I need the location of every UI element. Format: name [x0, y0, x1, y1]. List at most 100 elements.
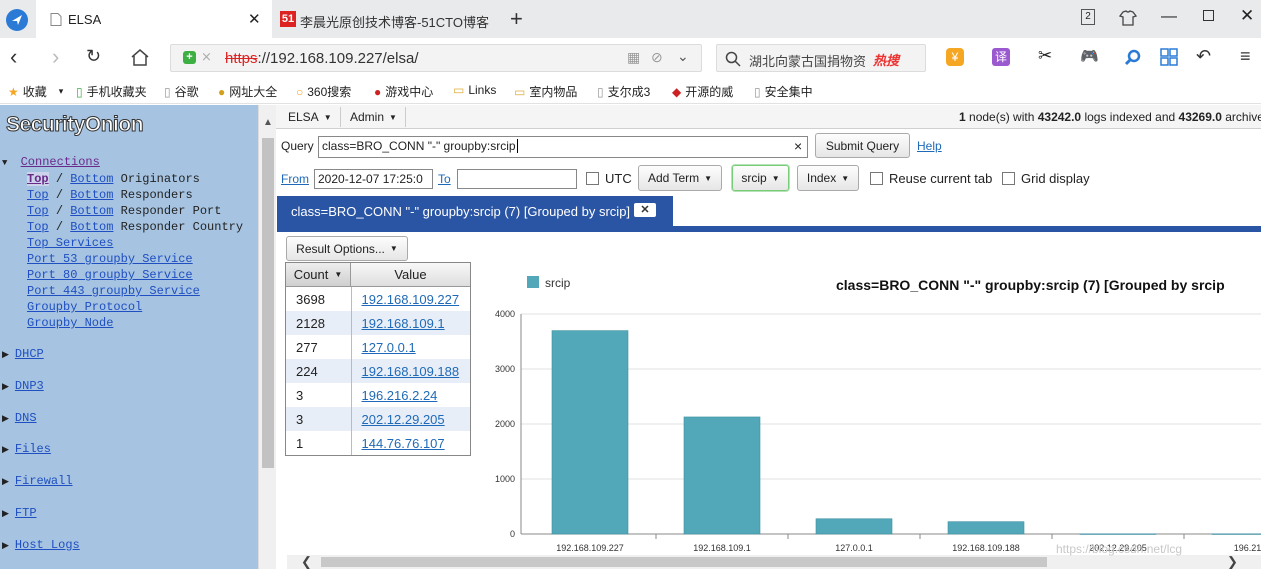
- bookmark-indoor[interactable]: ▭ 室内物品: [514, 83, 577, 100]
- address-bar[interactable]: + ⨯ https://192.168.109.227/elsa/ ▦ ⊘ ⌄: [170, 44, 702, 72]
- grid-display-checkbox[interactable]: [1002, 172, 1015, 185]
- bottom-link[interactable]: Bottom: [70, 172, 113, 186]
- browser-logo-icon[interactable]: [5, 8, 29, 32]
- shirt-icon[interactable]: [1119, 9, 1137, 27]
- bookmark-360[interactable]: ○ 360搜索: [296, 83, 351, 100]
- port53-link[interactable]: Port 53 groupby Service: [27, 252, 193, 266]
- scroll-left-icon[interactable]: ❮: [301, 554, 312, 569]
- value-link[interactable]: 196.216.2.24: [362, 388, 438, 403]
- bookmark-games[interactable]: ● 游戏中心: [374, 83, 433, 100]
- scrollbar-thumb[interactable]: [262, 138, 274, 468]
- port443-link[interactable]: Port 443 groupby Service: [27, 284, 200, 298]
- value-link[interactable]: 144.76.76.107: [362, 436, 445, 451]
- home-icon[interactable]: [130, 48, 150, 66]
- clear-query-icon[interactable]: ×: [794, 138, 802, 154]
- sidebar-section-ftp[interactable]: ▶ FTP: [2, 506, 37, 520]
- compat-icon[interactable]: ⊘: [651, 49, 663, 66]
- bottom-link[interactable]: Bottom: [70, 188, 113, 202]
- top-link[interactable]: Top: [27, 172, 49, 186]
- bookmark-links[interactable]: ▭ Links: [453, 83, 496, 97]
- section-label[interactable]: DHCP: [15, 347, 44, 361]
- section-label[interactable]: Firewall: [15, 474, 73, 488]
- elsa-menu[interactable]: ELSA ▼: [280, 107, 341, 127]
- minimize-icon[interactable]: —: [1161, 8, 1177, 26]
- bookmark-sites[interactable]: ● 网址大全: [218, 83, 277, 100]
- value-link[interactable]: 192.168.109.1: [362, 316, 445, 331]
- coin-icon[interactable]: ¥: [946, 48, 964, 66]
- section-label[interactable]: DNP3: [15, 379, 44, 393]
- bookmark-zhier[interactable]: ▯ 支尔成3: [597, 83, 650, 100]
- sidebar-section-dnp3[interactable]: ▶ DNP3: [2, 379, 44, 393]
- maximize-icon[interactable]: [1203, 10, 1214, 21]
- scrollbar-thumb[interactable]: [321, 557, 1047, 567]
- index-select-button[interactable]: Index ▼: [797, 165, 859, 191]
- sidebar-section-firewall[interactable]: ▶ Firewall: [2, 474, 73, 488]
- to-link[interactable]: To: [438, 172, 451, 186]
- bottom-link[interactable]: Bottom: [70, 204, 113, 218]
- search-box[interactable]: 湖北向蒙古国捐物资 热搜: [716, 44, 926, 72]
- section-label[interactable]: DNS: [15, 411, 37, 425]
- forward-icon[interactable]: ›: [52, 44, 59, 70]
- utc-checkbox[interactable]: [586, 172, 599, 185]
- value-link[interactable]: 127.0.0.1: [362, 340, 416, 355]
- result-options-button[interactable]: Result Options... ▼: [286, 236, 408, 261]
- from-link[interactable]: From: [281, 172, 309, 186]
- section-label[interactable]: Files: [15, 442, 51, 456]
- result-tab[interactable]: class=BRO_CONN "-" groupby:srcip (7) [Gr…: [277, 196, 673, 226]
- help-link[interactable]: Help: [917, 139, 942, 153]
- field-select-button[interactable]: srcip ▼: [732, 165, 789, 191]
- to-input[interactable]: [457, 169, 577, 189]
- undo-icon[interactable]: ↶: [1196, 46, 1211, 67]
- groupby-protocol-link[interactable]: Groupby Protocol: [27, 300, 142, 314]
- top-link[interactable]: Top: [27, 188, 49, 202]
- menu-icon[interactable]: ≡: [1240, 46, 1251, 67]
- sidebar-section-connections[interactable]: ▼ Connections: [2, 155, 100, 169]
- value-column-header[interactable]: Value: [351, 263, 470, 286]
- submit-query-button[interactable]: Submit Query: [815, 133, 910, 158]
- hot-search-badge[interactable]: 热搜: [873, 50, 899, 69]
- value-link[interactable]: 192.168.109.227: [362, 292, 460, 307]
- sidebar-section-host-logs[interactable]: ▶ Host Logs: [2, 538, 80, 552]
- top-services-link[interactable]: Top Services: [27, 236, 113, 250]
- bookmark-opensource[interactable]: ◆ 开源的威: [672, 83, 733, 100]
- bookmark-mobile[interactable]: ▯ 手机收藏夹: [76, 83, 147, 100]
- bottom-link[interactable]: Bottom: [70, 220, 113, 234]
- groupby-node-link[interactable]: Groupby Node: [27, 316, 113, 330]
- tab-close-icon[interactable]: ✕: [248, 10, 261, 28]
- value-link[interactable]: 192.168.109.188: [362, 364, 460, 379]
- tab-count-icon[interactable]: 2: [1081, 9, 1095, 25]
- scroll-up-icon[interactable]: ▲: [263, 117, 273, 128]
- back-icon[interactable]: ‹: [10, 44, 17, 70]
- tab-51cto[interactable]: 51 李晨光原创技术博客-51CTO博客: [274, 0, 500, 38]
- scroll-right-icon[interactable]: ❯: [1227, 554, 1238, 569]
- find-icon[interactable]: [1124, 48, 1142, 66]
- close-window-icon[interactable]: ✕: [1240, 6, 1254, 26]
- section-label[interactable]: Host Logs: [15, 538, 80, 552]
- security-shield-icon[interactable]: +: [183, 51, 196, 64]
- close-tab-icon[interactable]: ✕: [634, 203, 656, 217]
- top-link[interactable]: Top: [27, 220, 49, 234]
- bookmark-google[interactable]: ▯ 谷歌: [164, 83, 199, 100]
- reuse-tab-checkbox[interactable]: [870, 172, 883, 185]
- scissors-icon[interactable]: ✂: [1038, 46, 1052, 66]
- chevron-down-icon[interactable]: ⌄: [677, 48, 689, 65]
- horizontal-scrollbar[interactable]: ❮ ❯: [287, 554, 1261, 569]
- bookmark-security[interactable]: ▯ 安全集中: [754, 83, 813, 100]
- tab-elsa[interactable]: ELSA ✕: [36, 0, 272, 38]
- admin-menu[interactable]: Admin ▼: [342, 107, 406, 127]
- sidebar-section-dns[interactable]: ▶ DNS: [2, 411, 37, 425]
- port80-link[interactable]: Port 80 groupby Service: [27, 268, 193, 282]
- refresh-icon[interactable]: ↻: [86, 46, 101, 67]
- value-link[interactable]: 202.12.29.205: [362, 412, 445, 427]
- section-label[interactable]: FTP: [15, 506, 37, 520]
- gamepad-icon[interactable]: 🎮: [1080, 47, 1099, 65]
- sidebar-scrollbar[interactable]: ▲: [258, 105, 276, 569]
- query-input[interactable]: class=BRO_CONN "-" groupby:srcip: [318, 136, 808, 158]
- sidebar-section-dhcp[interactable]: ▶ DHCP: [2, 347, 44, 361]
- translate-icon[interactable]: 译: [992, 48, 1010, 66]
- add-term-button[interactable]: Add Term ▼: [638, 165, 722, 191]
- count-column-header[interactable]: Count ▼: [286, 263, 351, 286]
- grid-menu-icon[interactable]: [1160, 48, 1178, 66]
- top-link[interactable]: Top: [27, 204, 49, 218]
- sidebar-section-files[interactable]: ▶ Files: [2, 442, 51, 456]
